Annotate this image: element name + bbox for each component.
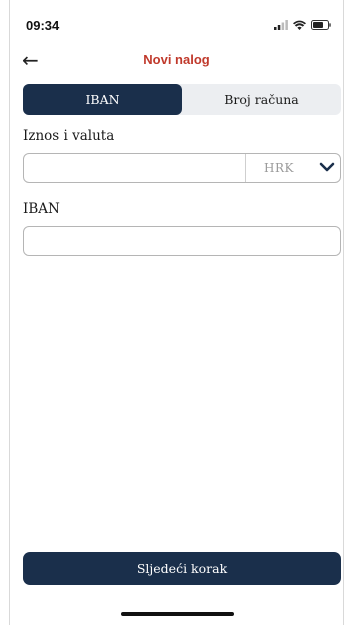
top-navigation: ← Novi nalog [10,48,343,74]
currency-value: HRK [264,161,294,175]
tab-iban[interactable]: IBAN [23,84,182,115]
iban-input[interactable] [24,227,340,255]
status-icons [274,20,331,30]
amount-field: HRK [23,153,341,183]
signal-icon [274,20,288,30]
home-indicator [121,612,234,616]
wifi-icon [293,20,306,30]
amount-label: Iznos i valuta [23,128,115,144]
phone-screen: 09:34 ← Novi nalog IBAN Broj računa Izno… [9,0,344,625]
iban-field [23,226,341,256]
status-bar: 09:34 [10,0,343,42]
battery-icon [311,20,331,30]
currency-select[interactable]: HRK [246,154,341,182]
payment-type-tabs: IBAN Broj računa [23,84,341,115]
chevron-down-icon [319,162,335,172]
tab-account-number[interactable]: Broj računa [182,84,341,115]
page-title: Novi nalog [143,52,210,67]
status-time: 09:34 [26,18,60,33]
next-step-button[interactable]: Sljedeći korak [23,552,341,585]
iban-label: IBAN [23,201,60,217]
amount-input[interactable] [24,154,244,182]
